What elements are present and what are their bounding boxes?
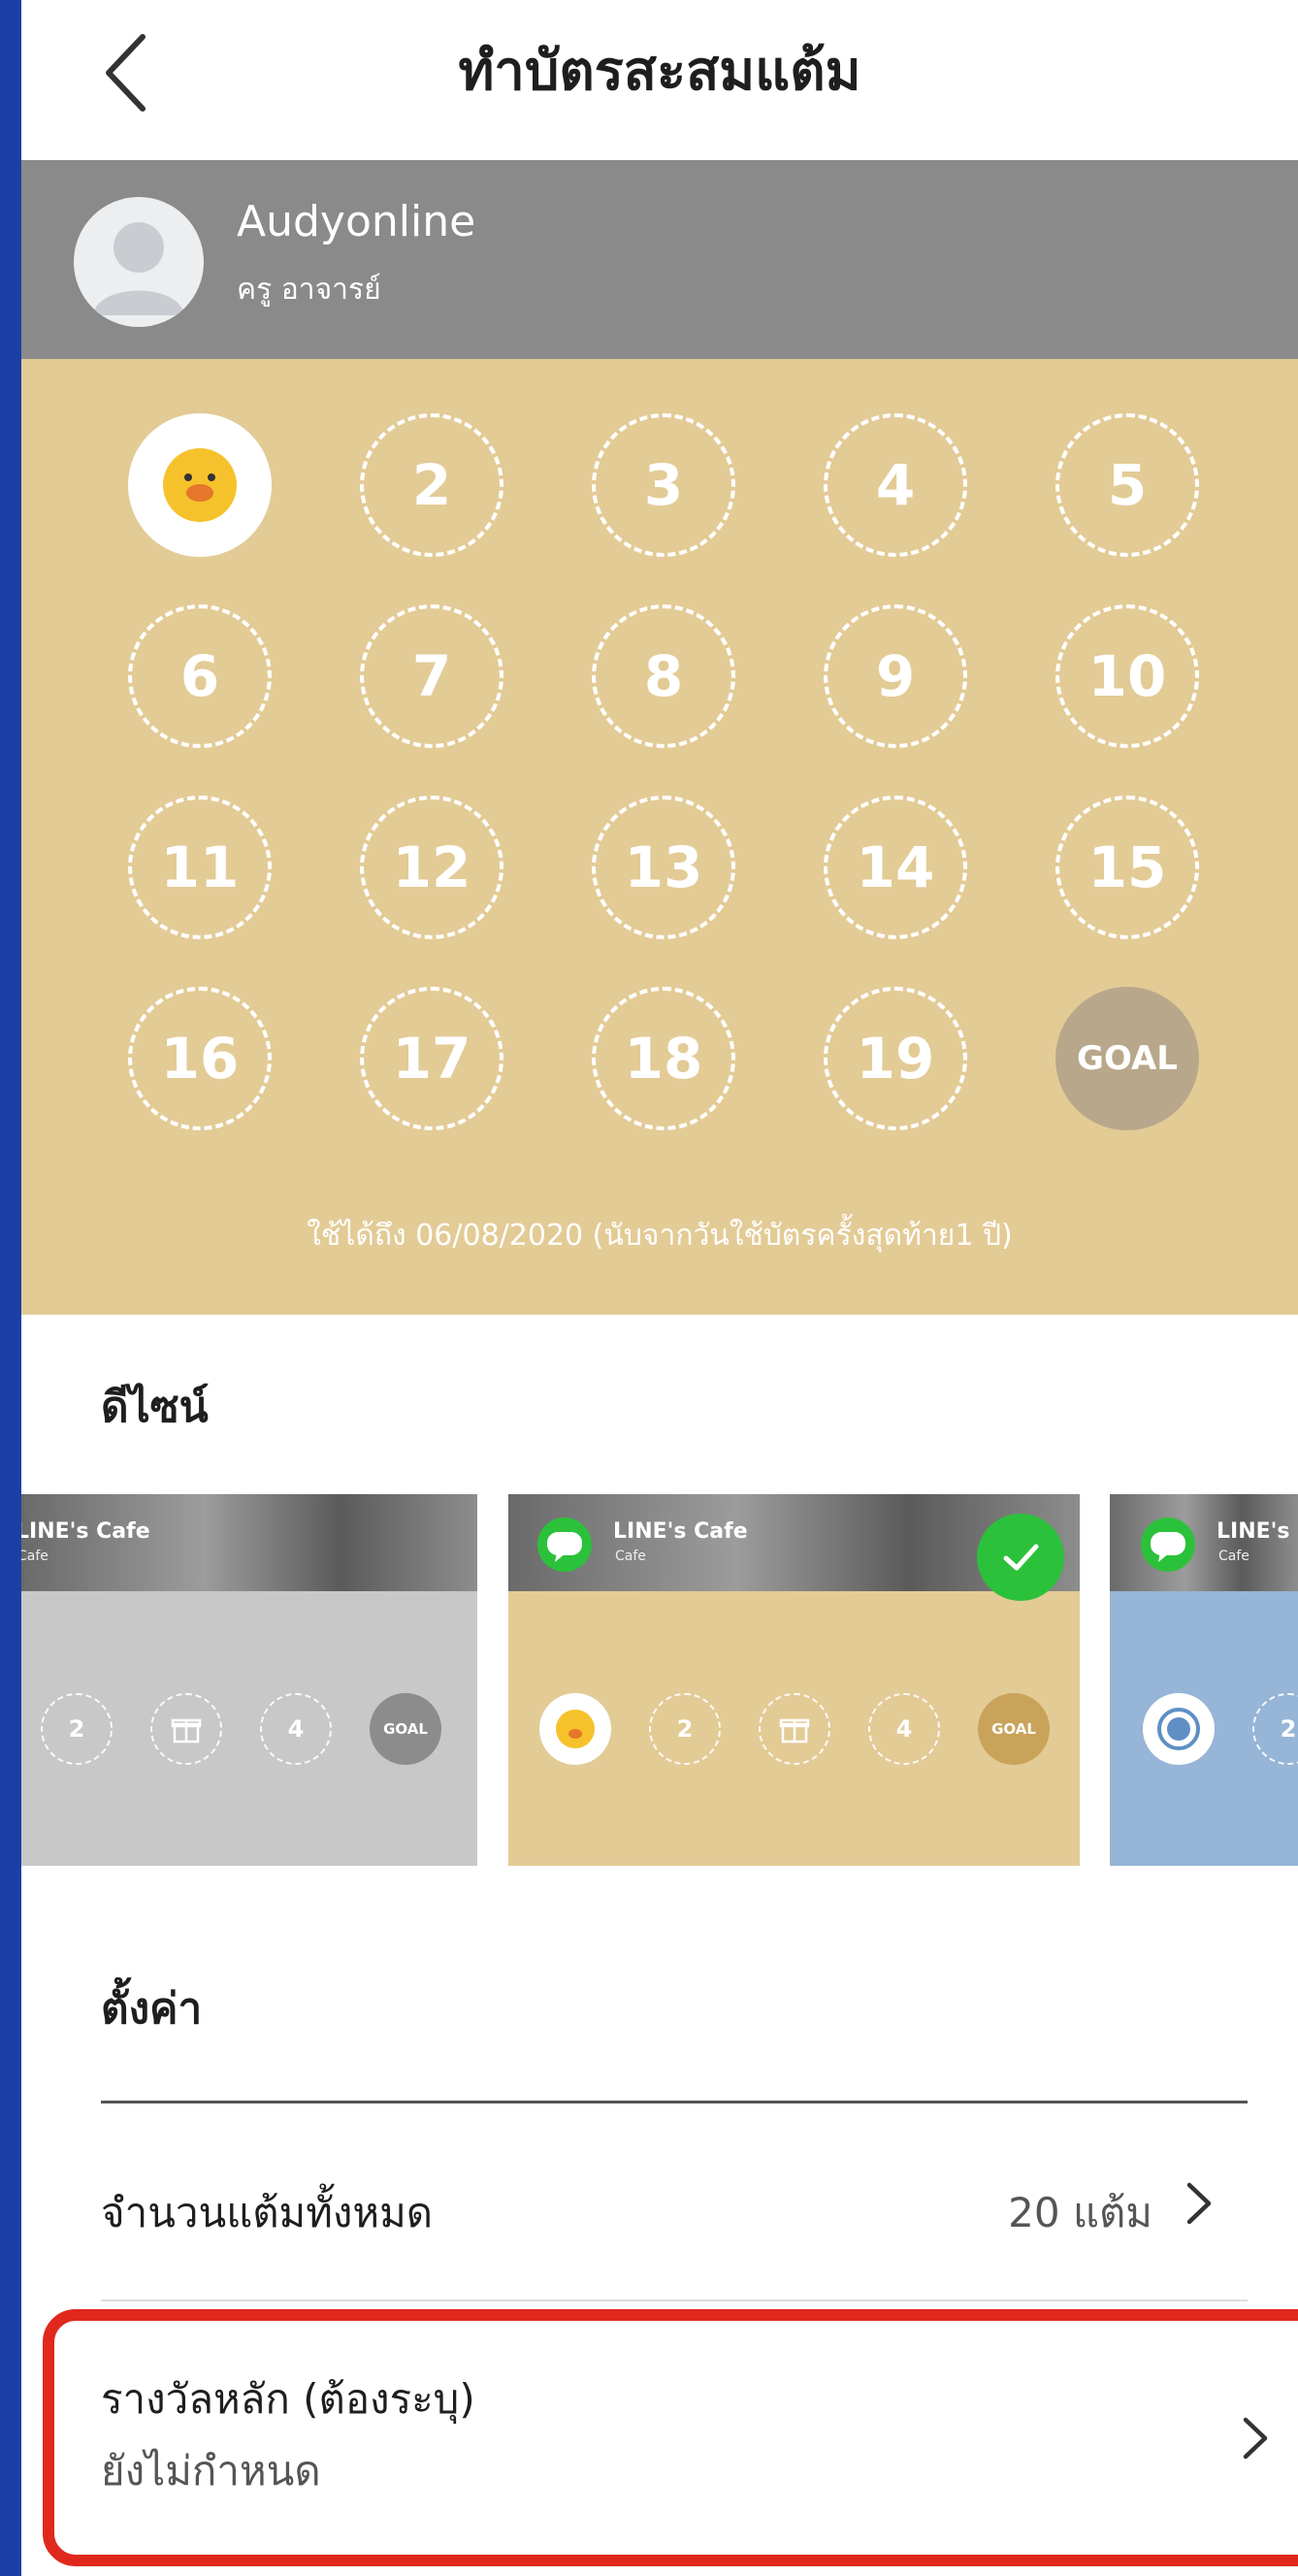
stamp-slot: 6: [128, 604, 272, 748]
main-reward-row-highlighted[interactable]: รางวัลหลัก (ต้องระบุ) ยังไม่กำหนด: [43, 2309, 1298, 2566]
stamp-slot: 8: [592, 604, 735, 748]
avatar[interactable]: [74, 197, 204, 327]
total-points-value: 20 แต้ม: [1008, 2189, 1152, 2236]
design-brand-label: LINE's Cafe: [613, 1519, 748, 1544]
mini-stamp-badge: [1143, 1693, 1215, 1765]
mini-stamp-gift: [759, 1693, 830, 1765]
row-divider: [101, 2299, 1248, 2301]
stamp-slot: 7: [360, 604, 503, 748]
settings-section-title: ตั้งค่า: [101, 1984, 203, 2034]
profile-name: Audyonline: [237, 197, 476, 246]
stamp-slot: 10: [1055, 604, 1199, 748]
stamp-slot: 3: [592, 413, 735, 557]
profile-role: ครู อาจารย์: [237, 273, 381, 307]
stamp-slot: 12: [360, 796, 503, 939]
mini-stamp-gift: [150, 1693, 222, 1765]
stamp-slot: 14: [824, 796, 967, 939]
stamp-card-preview: 2 3 4 5 6 7 8 9 10 11 12 13 14 15 16 17 …: [21, 359, 1298, 1315]
mini-goal-stamp: GOAL: [370, 1693, 441, 1765]
stamp-1-filled: [128, 413, 272, 557]
total-points-row[interactable]: จำนวนแต้มทั้งหมด 20 แต้ม: [21, 2103, 1298, 2298]
main-reward-label: รางวัลหลัก (ต้องระบุ): [101, 2375, 475, 2423]
mini-stamp-4: 4: [868, 1693, 940, 1765]
validity-note: ใช้ได้ถึง 06/08/2020 (นับจากวันใช้บัตรคร…: [307, 1219, 1013, 1253]
left-edge-bar: [0, 0, 21, 2576]
stamp-slot: 16: [128, 987, 272, 1130]
design-option-blue[interactable]: LINE's Cafe 2: [1110, 1494, 1298, 1866]
stamp-slot: 13: [592, 796, 735, 939]
sally-chick-icon: [163, 448, 237, 522]
mini-stamp-2: 2: [649, 1693, 721, 1765]
design-brand-label: LINE's Cafe: [21, 1519, 150, 1544]
mini-goal-stamp: GOAL: [978, 1693, 1050, 1765]
gift-icon: [171, 1718, 202, 1744]
line-logo-icon: [1141, 1517, 1195, 1572]
design-section-title: ดีไซน์: [101, 1383, 209, 1432]
design-brand-sub: Cafe: [1218, 1549, 1249, 1564]
design-option-gray[interactable]: LINE's Cafe Cafe 2 4 GOAL: [21, 1494, 477, 1866]
stamp-slot: 5: [1055, 413, 1199, 557]
total-points-label: จำนวนแต้มทั้งหมด: [101, 2189, 434, 2236]
goal-stamp: GOAL: [1055, 987, 1199, 1130]
stamp-slot: 17: [360, 987, 503, 1130]
star-badge-icon: [1157, 1708, 1200, 1750]
profile-band: Audyonline ครู อาจารย์: [21, 160, 1298, 359]
stamp-slot: 19: [824, 987, 967, 1130]
mini-stamp-2: 2: [41, 1693, 113, 1765]
design-carousel[interactable]: LINE's Cafe Cafe 2 4 GOAL LINE's Cafe Ca…: [21, 1494, 1298, 1868]
chevron-right-icon: [1243, 2417, 1268, 2460]
design-brand-sub: Cafe: [21, 1549, 49, 1564]
mini-stamp-chick: [539, 1693, 611, 1765]
line-logo-icon: [537, 1517, 592, 1572]
main-reward-value: ยังไม่กำหนด: [101, 2447, 321, 2494]
stamp-slot: 4: [824, 413, 967, 557]
gift-icon: [779, 1718, 810, 1744]
header: ทำบัตรสะสมแต้ม: [21, 0, 1298, 160]
mini-stamp-2: 2: [1252, 1693, 1298, 1765]
user-silhouette-icon: [93, 222, 184, 315]
stamp-slot: 11: [128, 796, 272, 939]
page-title: ทำบัตรสะสมแต้ม: [458, 40, 861, 103]
mini-stamp-4: 4: [260, 1693, 332, 1765]
chevron-right-icon: [1186, 2182, 1212, 2225]
selected-check-badge: [977, 1514, 1064, 1601]
design-brand-label: LINE's: [1217, 1519, 1290, 1544]
stamp-slot: 18: [592, 987, 735, 1130]
design-option-gold-selected[interactable]: LINE's Cafe Cafe 2 4 GOAL: [508, 1494, 1080, 1866]
design-brand-sub: Cafe: [615, 1549, 646, 1564]
stamp-slot: 9: [824, 604, 967, 748]
app-screen: ทำบัตรสะสมแต้ม Audyonline ครู อาจารย์ 2 …: [21, 0, 1298, 2576]
checkmark-icon: [1003, 1544, 1039, 1571]
sally-chick-icon: [556, 1710, 595, 1748]
stamp-slot: 15: [1055, 796, 1199, 939]
stamp-slot: 2: [360, 413, 503, 557]
